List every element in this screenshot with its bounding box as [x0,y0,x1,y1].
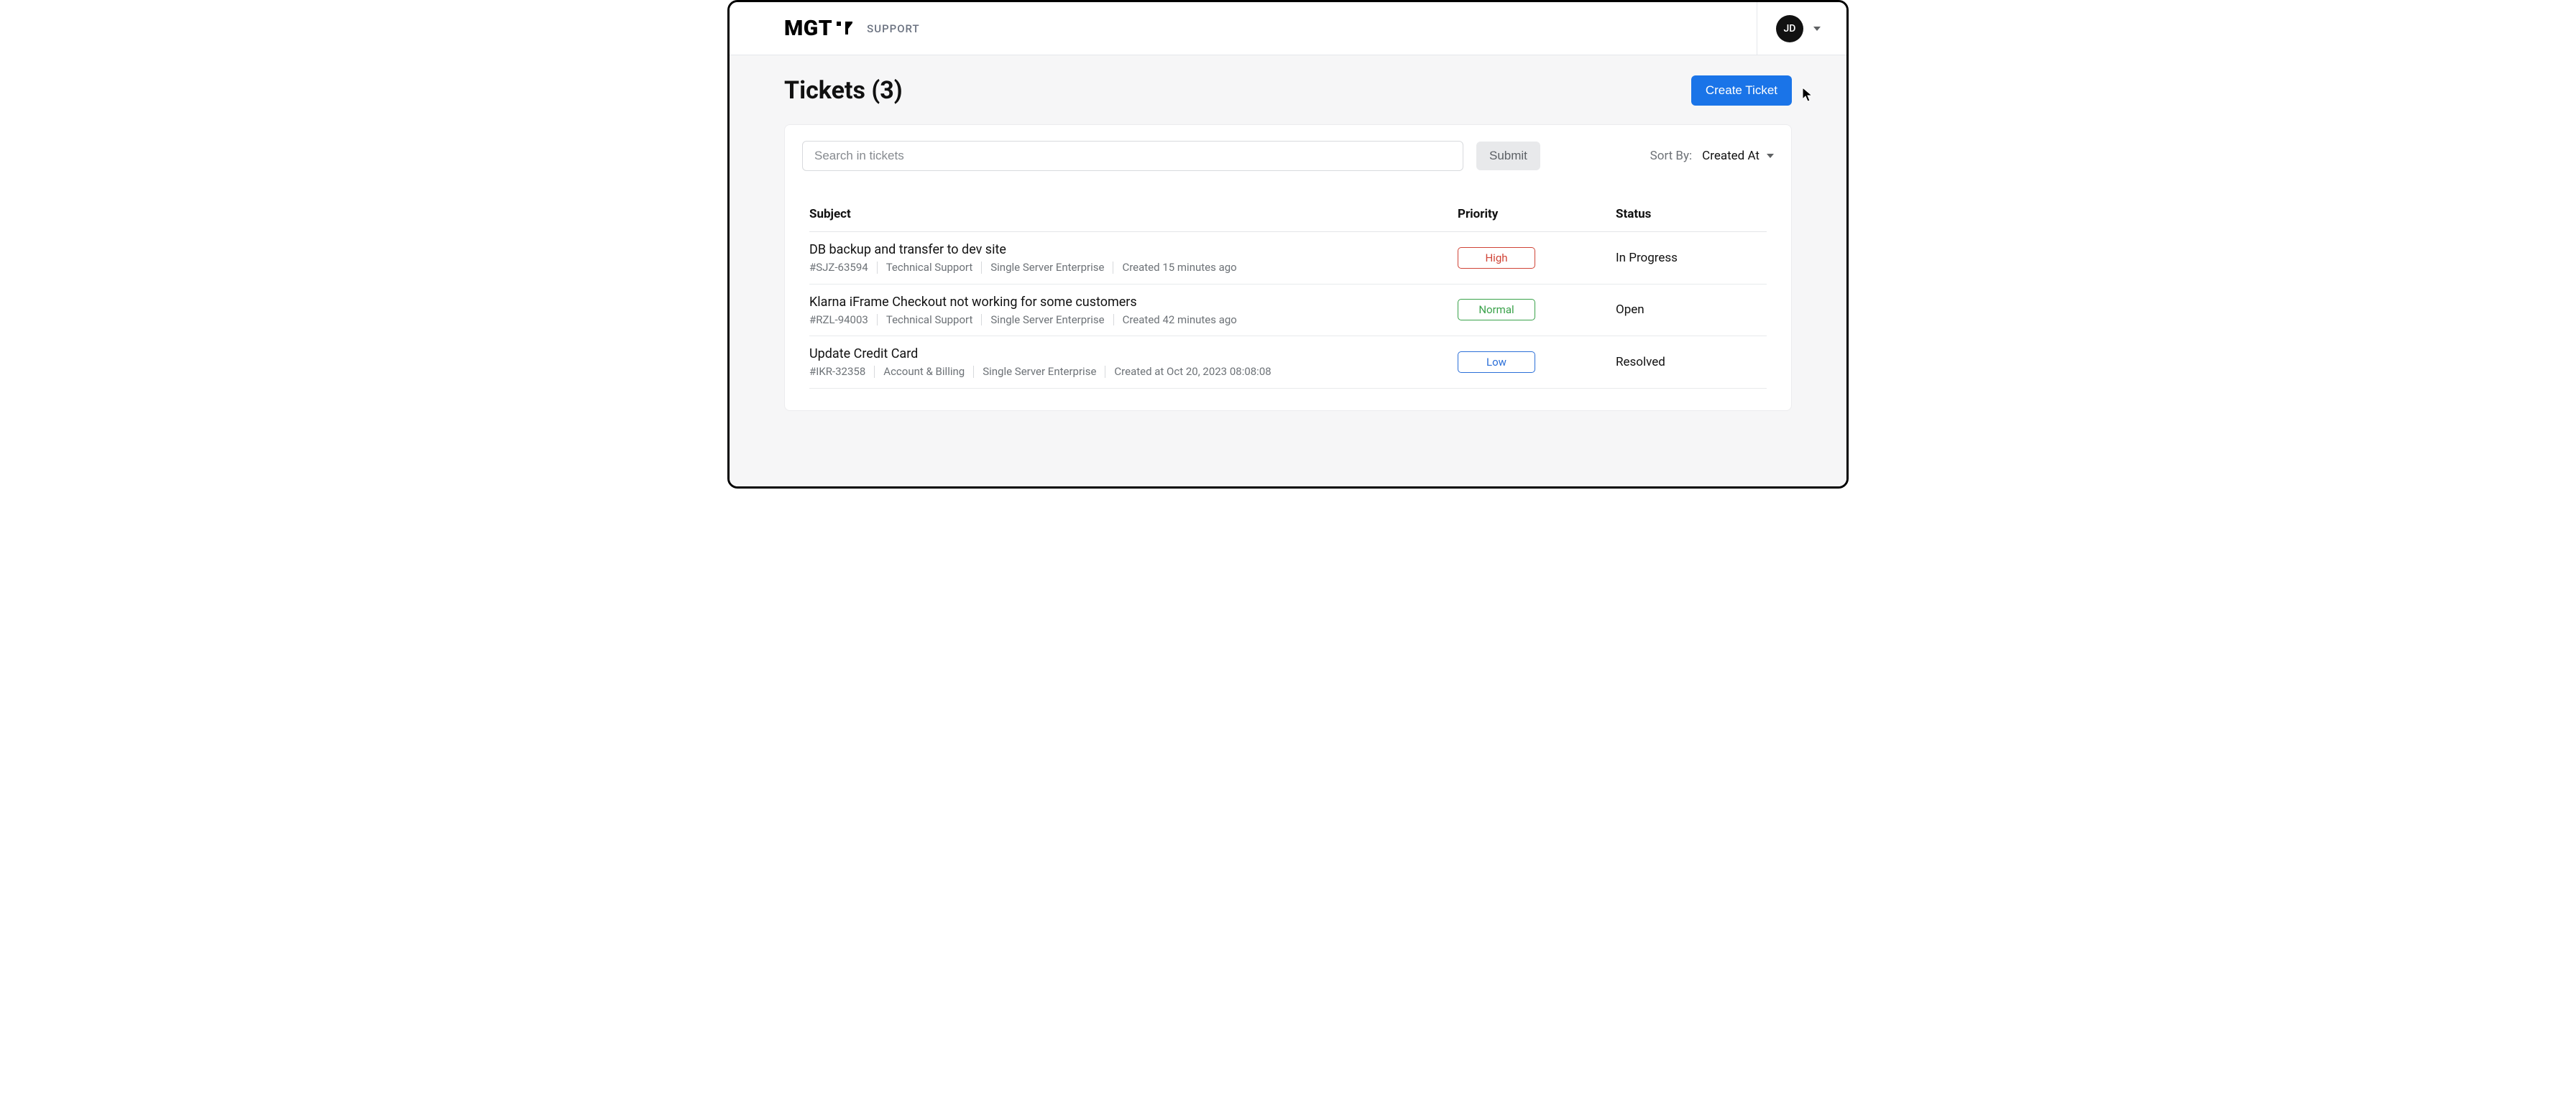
cell-subject: Klarna iFrame Checkout not working for s… [809,284,1458,336]
table-row[interactable]: Update Credit Card #IKR-32358Account & Bi… [809,336,1767,389]
create-ticket-button[interactable]: Create Ticket [1691,75,1792,106]
panel-toolbar: Submit Sort By: Created At [785,125,1791,187]
search-row: Submit [802,141,1650,171]
avatar: JD [1776,15,1803,42]
tickets-panel: Submit Sort By: Created At Subject Prior [784,124,1792,411]
sort-selected-value: Created At [1702,149,1760,163]
brand-subtitle: SUPPORT [867,22,919,35]
status-text: Resolved [1616,355,1665,369]
ticket-meta: #RZL-94003Technical SupportSingle Server… [809,314,1458,326]
search-submit-button[interactable]: Submit [1476,142,1540,170]
ticket-subject: Update Credit Card [809,346,1458,361]
cell-priority: Normal [1458,284,1616,336]
cell-status: In Progress [1616,232,1767,285]
ticket-id: #SJZ-63594 [809,262,878,274]
ticket-category: Technical Support [878,314,983,326]
caret-down-icon [1813,27,1821,31]
cell-priority: High [1458,232,1616,285]
ticket-id: #IKR-32358 [809,366,875,378]
cell-status: Resolved [1616,336,1767,389]
app-window: MGT SUPPORT JD Tickets (3) Create Ticket… [727,0,1849,489]
cell-subject: DB backup and transfer to dev site #SJZ-6… [809,232,1458,285]
topbar: MGT SUPPORT JD [730,2,1846,55]
status-text: Open [1616,302,1644,317]
brand-text: MGT [784,16,832,41]
ticket-subject: Klarna iFrame Checkout not working for s… [809,295,1458,310]
table-row[interactable]: DB backup and transfer to dev site #SJZ-6… [809,232,1767,285]
ticket-plan: Single Server Enterprise [974,366,1105,378]
page-head: Tickets (3) Create Ticket [784,75,1792,106]
col-header-status: Status [1616,194,1767,232]
brand: MGT SUPPORT [784,16,920,41]
cell-priority: Low [1458,336,1616,389]
tickets-table: Subject Priority Status DB backup and tr… [809,194,1767,389]
ticket-created: Created at Oct 20, 2023 08:08:08 [1105,366,1279,378]
user-menu[interactable]: JD [1757,2,1821,55]
ticket-created: Created 42 minutes ago [1114,314,1246,326]
ticket-id: #RZL-94003 [809,314,878,326]
priority-badge: High [1458,247,1535,269]
sort-dropdown[interactable]: Created At [1702,149,1774,163]
cell-subject: Update Credit Card #IKR-32358Account & Bi… [809,336,1458,389]
col-header-priority: Priority [1458,194,1616,232]
sort-wrap: Sort By: Created At [1650,149,1774,163]
status-text: In Progress [1616,251,1678,265]
priority-badge: Low [1458,351,1535,373]
brand-mark-icon [835,20,854,37]
ticket-plan: Single Server Enterprise [982,262,1113,274]
caret-down-icon [1767,154,1774,158]
ticket-created: Created 15 minutes ago [1113,262,1245,274]
page-body: Tickets (3) Create Ticket Submit Sort By… [730,55,1846,486]
tickets-table-wrap: Subject Priority Status DB backup and tr… [785,187,1791,410]
brand-logo: MGT [784,16,854,41]
ticket-category: Account & Billing [875,366,974,378]
sort-label: Sort By: [1650,149,1693,163]
ticket-category: Technical Support [878,262,983,274]
ticket-subject: DB backup and transfer to dev site [809,242,1458,257]
priority-badge: Normal [1458,299,1535,320]
ticket-meta: #IKR-32358Account & BillingSingle Server… [809,366,1458,378]
col-header-subject: Subject [809,194,1458,232]
cell-status: Open [1616,284,1767,336]
table-row[interactable]: Klarna iFrame Checkout not working for s… [809,284,1767,336]
ticket-meta: #SJZ-63594Technical SupportSingle Server… [809,262,1458,274]
search-input[interactable] [802,141,1463,171]
page-title: Tickets (3) [784,76,903,105]
ticket-plan: Single Server Enterprise [982,314,1113,326]
